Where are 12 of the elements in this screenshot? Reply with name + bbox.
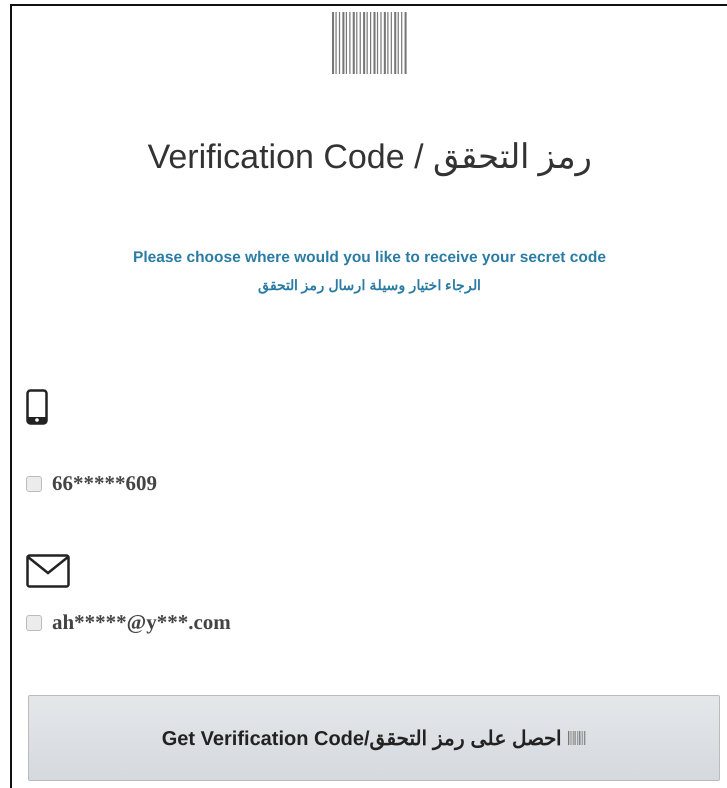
instruction-text: Please choose where would you like to receive your secret code xyxy=(132,249,607,267)
checkbox[interactable] xyxy=(26,614,42,630)
instruction-text: الرجاء اختيار وسيلة ارسال رمز التحقق xyxy=(256,277,482,293)
phone-icon xyxy=(26,389,48,425)
get-code-button[interactable]: Get Verification Code/احصل على رمز التحقق xyxy=(28,695,720,781)
barcode-icon xyxy=(568,731,586,745)
checkbox[interactable] xyxy=(26,476,42,492)
contact-label: ah*****@y***.com xyxy=(52,610,231,635)
page-title: Verification Code / رمز التحقق xyxy=(146,137,592,177)
contact-label: 66*****609 xyxy=(52,471,157,496)
mail-icon xyxy=(26,554,70,588)
barcode-icon xyxy=(332,12,408,74)
